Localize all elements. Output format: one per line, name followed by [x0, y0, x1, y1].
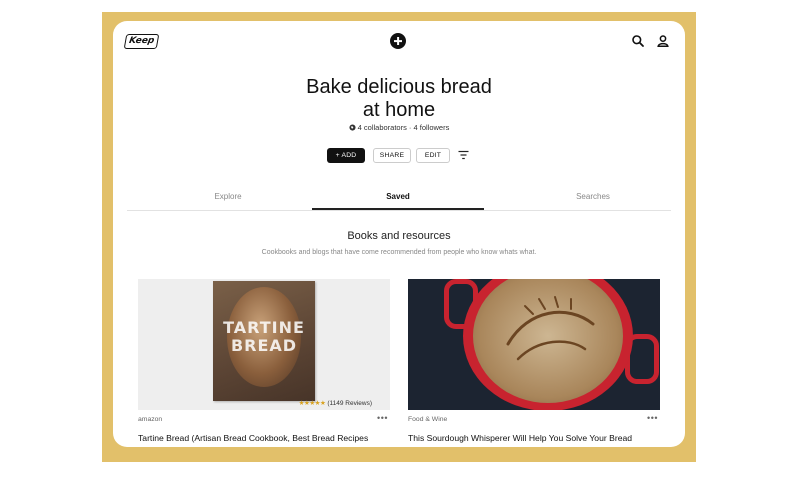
tab-saved[interactable]: Saved	[312, 189, 484, 210]
book-cover: TARTINE BREAD	[213, 281, 315, 401]
tab-searches[interactable]: Searches	[507, 189, 679, 209]
user-icon[interactable]	[656, 34, 670, 48]
filter-icon[interactable]	[458, 150, 469, 160]
resource-card[interactable]: TARTINE BREAD ★★★★★ (1149 Reviews) amazon…	[138, 279, 390, 444]
section-title: Books and resources	[347, 230, 451, 242]
card-title[interactable]: This Sourdough Whisperer Will Help You S…	[408, 432, 660, 447]
search-icon[interactable]	[631, 34, 645, 48]
card-meta: Food & Wine •••	[408, 413, 660, 426]
globe-icon	[349, 124, 356, 131]
book-cover-title: TARTINE BREAD	[213, 319, 315, 355]
card-source: amazon	[138, 416, 163, 423]
collection-meta: 4 collaborators · 4 followers	[113, 123, 685, 132]
rating-reviews: ★★★★★ (1149 Reviews)	[299, 399, 372, 407]
app-screen: Keep Bake delicious bread at home 4 coll…	[113, 21, 685, 447]
add-icon[interactable]	[390, 33, 406, 49]
collection-title: Bake delicious bread at home	[113, 76, 685, 122]
add-button[interactable]: + ADD	[327, 148, 365, 163]
card-image-tartine-book[interactable]: TARTINE BREAD ★★★★★ (1149 Reviews)	[138, 279, 390, 410]
card-title[interactable]: Tartine Bread (Artisan Bread Cookbook, B…	[138, 432, 390, 444]
resource-card[interactable]: Food & Wine ••• This Sourdough Whisperer…	[408, 279, 660, 447]
book-cover-title-line1: TARTINE	[223, 318, 305, 337]
section-subtitle: Cookbooks and blogs that have come recom…	[261, 249, 537, 256]
collection-title-line1: Bake delicious bread	[306, 76, 492, 98]
review-count: (1149 Reviews)	[327, 400, 372, 407]
tab-explore[interactable]: Explore	[142, 189, 314, 209]
card-image-sourdough[interactable]	[408, 279, 660, 410]
collaborators-followers-text: 4 collaborators · 4 followers	[357, 123, 450, 132]
book-cover-title-line2: BREAD	[230, 336, 298, 355]
edit-button[interactable]: EDIT	[416, 148, 450, 163]
share-button[interactable]: SHARE	[373, 148, 411, 163]
tab-bar: Explore Saved Searches	[127, 189, 671, 211]
collection-title-line2: at home	[362, 99, 436, 121]
more-options-icon[interactable]: •••	[647, 413, 658, 423]
more-options-icon[interactable]: •••	[377, 413, 388, 423]
bread-scoring-pattern	[506, 296, 595, 361]
card-source: Food & Wine	[408, 416, 448, 423]
app-logo[interactable]: Keep	[123, 34, 160, 49]
star-rating-icon: ★★★★★	[298, 400, 326, 407]
card-meta: amazon •••	[138, 413, 390, 426]
